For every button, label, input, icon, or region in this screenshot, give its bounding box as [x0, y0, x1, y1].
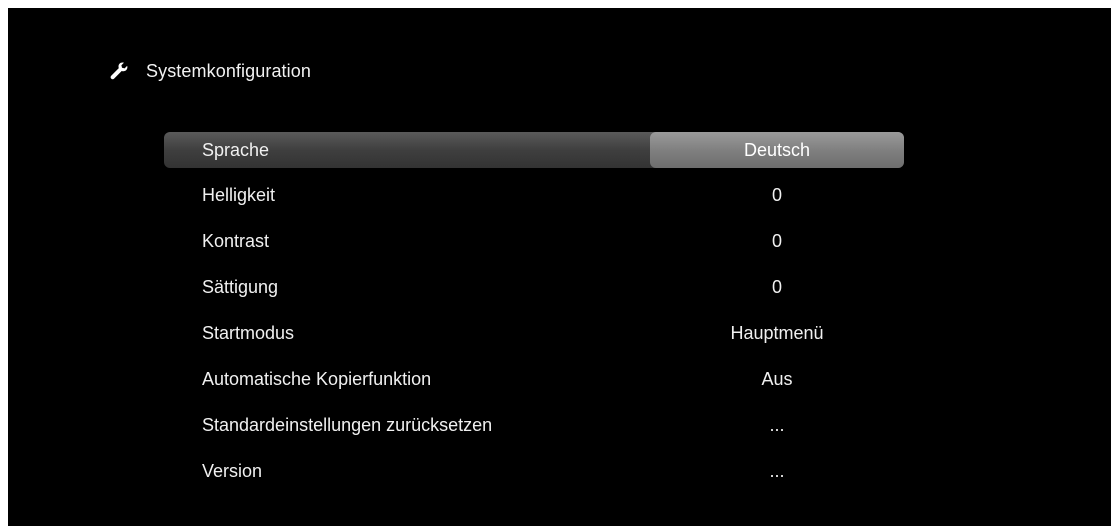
menu-item-label: Automatische Kopierfunktion [202, 368, 432, 389]
menu-item-label: Startmodus [202, 322, 295, 343]
menu-item-standardeinstellungen[interactable]: Standardeinstellungen zurücksetzen ... [164, 402, 904, 448]
menu-item-value[interactable]: Deutsch [650, 132, 904, 168]
settings-screen: Systemkonfiguration Sprache Deutsch Hell… [8, 8, 1111, 526]
menu-item-version[interactable]: Version ... [164, 448, 904, 494]
menu-item-label: Kontrast [202, 230, 270, 251]
menu-item-value[interactable]: ... [650, 448, 904, 494]
menu-item-label: Standardeinstellungen zurücksetzen [202, 414, 493, 435]
menu-item-label: Sättigung [202, 276, 279, 297]
menu-item-startmodus[interactable]: Startmodus Hauptmenü [164, 310, 904, 356]
page-title: Systemkonfiguration [146, 60, 311, 81]
menu-item-value[interactable]: Aus [650, 356, 904, 402]
menu-item-value[interactable]: 0 [650, 264, 904, 310]
menu-item-value[interactable]: 0 [650, 218, 904, 264]
menu-item-label: Sprache [202, 139, 270, 160]
menu-item-saettigung[interactable]: Sättigung 0 [164, 264, 904, 310]
menu-item-sprache[interactable]: Sprache Deutsch [164, 132, 904, 168]
menu-item-value[interactable]: ... [650, 402, 904, 448]
header: Systemkonfiguration [108, 58, 311, 84]
menu-item-label: Helligkeit [202, 184, 276, 205]
settings-menu: Sprache Deutsch Helligkeit 0 Kontrast 0 … [164, 132, 904, 494]
wrench-icon [108, 60, 130, 82]
menu-item-automatische-kopierfunktion[interactable]: Automatische Kopierfunktion Aus [164, 356, 904, 402]
menu-item-value[interactable]: 0 [650, 172, 904, 218]
menu-item-label: Version [202, 460, 263, 481]
menu-item-kontrast[interactable]: Kontrast 0 [164, 218, 904, 264]
menu-item-helligkeit[interactable]: Helligkeit 0 [164, 172, 904, 218]
menu-item-value[interactable]: Hauptmenü [650, 310, 904, 356]
